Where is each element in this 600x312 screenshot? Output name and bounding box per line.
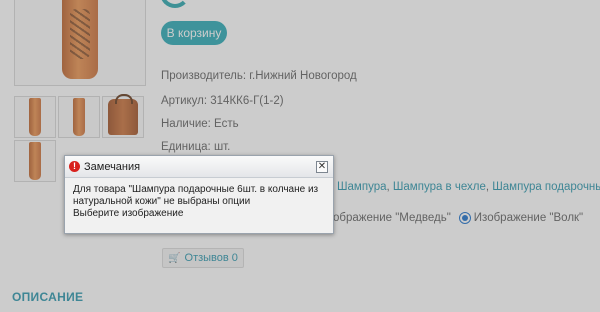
dialog-title: Замечания [84,160,141,173]
product-page: В корзину Производитель: г.Нижний Нового… [0,0,600,312]
close-button[interactable]: ✕ [316,161,328,173]
dialog-header: ! Замечания [65,156,333,178]
message-line-3: Выберите изображение [73,208,184,219]
error-icon: ! [69,161,80,172]
dialog-message: Для товара "Шампура подарочные 6шт. в ко… [65,178,333,226]
message-line-1: Для товара "Шампура подарочные 6шт. в ко… [73,184,319,195]
message-line-2: натуральной кожи" не выбраны опции [73,196,251,207]
warning-dialog: ! Замечания ✕ Для товара "Шампура подаро… [64,155,334,234]
